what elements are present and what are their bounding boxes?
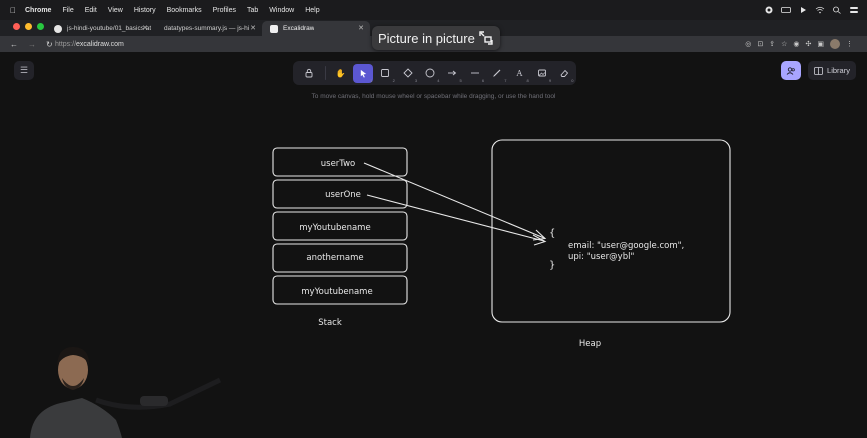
lock-icon [305,68,313,78]
menu-help[interactable]: Help [305,7,319,14]
excalidraw-icon [270,24,278,33]
picture-in-picture-button[interactable]: Picture in picture [372,26,500,50]
rectangle-tool-button[interactable]: 2 [375,64,396,83]
users-icon [786,66,795,75]
minimize-window-button[interactable] [25,23,32,30]
shortcut-key: 5 [459,77,462,83]
side-panel-icon[interactable]: ▣ [817,40,824,48]
diamond-tool-button[interactable]: 3 [397,64,418,83]
back-icon[interactable]: ← [10,40,18,49]
close-tab-icon[interactable]: ✕ [142,24,148,32]
line-tool-button[interactable]: 6 [464,64,485,83]
menu-file[interactable]: File [62,7,73,14]
tab-vscode[interactable]: datatypes-summary.js — js-hi ✕ [156,21,262,36]
text-tool-button[interactable]: A 8 [509,64,530,83]
library-button[interactable]: Library [808,61,856,80]
draw-tool-button[interactable]: 7 [487,64,508,83]
main-menu-button[interactable]: ☰ [14,61,34,80]
close-tab-icon[interactable]: ✕ [250,24,256,32]
eraser-icon [560,69,569,77]
diamond-icon [403,68,413,78]
menu-edit[interactable]: Edit [85,7,97,14]
menu-history[interactable]: History [134,7,156,14]
reload-icon[interactable]: ↻ [46,40,53,49]
search-icon[interactable] [832,6,842,14]
shortcut-key: 4 [437,77,440,83]
library-label: Library [827,66,850,75]
line-icon [470,72,479,74]
arrow-icon [448,70,457,76]
menu-tab[interactable]: Tab [247,7,258,14]
selection-tool-button[interactable]: 1 [352,63,374,83]
github-icon [54,24,62,33]
pointer-icon [360,69,366,78]
toolbar-icons: ◎ ⊡ ⇪ ☆ ◉ ✣ ▣ ⋮ [745,36,853,52]
shortcut-key: 3 [414,77,418,83]
share-icon[interactable]: ⇪ [769,40,775,48]
forward-icon[interactable]: → [28,40,36,49]
text-icon: A [516,68,523,78]
control-center-icon[interactable] [849,6,859,14]
url-scheme: https:// [55,40,77,48]
zoom-window-button[interactable] [37,23,44,30]
menu-profiles[interactable]: Profiles [213,7,236,14]
bookmark-star-icon[interactable]: ☆ [781,40,787,48]
shape-toolbar: ✋ 1 2 3 4 5 6 7 A 8 9 0 [293,61,576,85]
tab-github[interactable]: js-hindi-youtube/01_basics at ✕ [46,21,154,36]
canvas-hint: To move canvas, hold mouse wheel or spac… [311,93,556,100]
shortcut-key: 1 [370,77,373,83]
eraser-tool-button[interactable]: 0 [554,64,575,83]
macos-menu-bar:  Chrome File Edit View History Bookmark… [0,0,867,20]
extension-icon[interactable]: ◉ [793,40,799,48]
lock-tool-button[interactable] [299,64,320,83]
image-icon [537,69,546,77]
pencil-icon [493,69,501,77]
close-tab-icon[interactable]: ✕ [358,24,364,32]
extensions-puzzle-icon[interactable]: ✣ [806,40,812,48]
shortcut-key: 7 [504,77,507,83]
picture-in-picture-icon [479,31,493,45]
hand-icon: ✋ [335,68,346,78]
google-lens-icon[interactable]: ◎ [745,40,751,48]
close-window-button[interactable] [13,23,20,30]
menu-bookmarks[interactable]: Bookmarks [167,7,202,14]
rectangle-icon [381,69,390,77]
install-app-icon[interactable]: ⊡ [757,40,763,48]
tab-title: datatypes-summary.js — js-hi [164,25,250,32]
play-icon[interactable] [798,6,808,14]
more-menu-icon[interactable]: ⋮ [846,40,853,48]
toolbar-divider [325,66,327,80]
shortcut-key: 0 [571,77,574,83]
tab-excalidraw[interactable]: Excalidraw ✕ [262,21,370,36]
record-icon[interactable] [764,6,774,14]
arrow-tool-button[interactable]: 5 [442,64,463,83]
ellipse-tool-button[interactable]: 4 [420,64,441,83]
library-icon [814,66,823,75]
shortcut-key: 8 [526,77,529,83]
presenter-webcam [30,346,222,438]
tab-title: Excalidraw [283,25,315,32]
window-controls [13,23,44,30]
menu-window[interactable]: Window [269,7,294,14]
apple-menu-icon[interactable]:  [10,6,16,15]
pip-label: Picture in picture [378,30,475,46]
camera-icon[interactable] [781,6,791,14]
image-tool-button[interactable]: 9 [531,64,552,83]
hamburger-icon: ☰ [19,65,29,75]
status-icons [764,0,859,20]
hand-tool-button[interactable]: ✋ [330,64,351,83]
tab-title: js-hindi-youtube/01_basics at [67,25,152,32]
live-collaboration-button[interactable] [781,61,801,80]
menu-view[interactable]: View [108,7,123,14]
wifi-icon[interactable] [815,6,825,14]
menu-app-name[interactable]: Chrome [25,7,51,14]
shortcut-key: 6 [481,77,485,83]
url-host: excalidraw.com [76,40,124,48]
profile-avatar[interactable] [830,39,840,49]
shortcut-key: 2 [392,77,395,83]
ellipse-icon [425,68,435,78]
shortcut-key: 9 [548,77,552,83]
